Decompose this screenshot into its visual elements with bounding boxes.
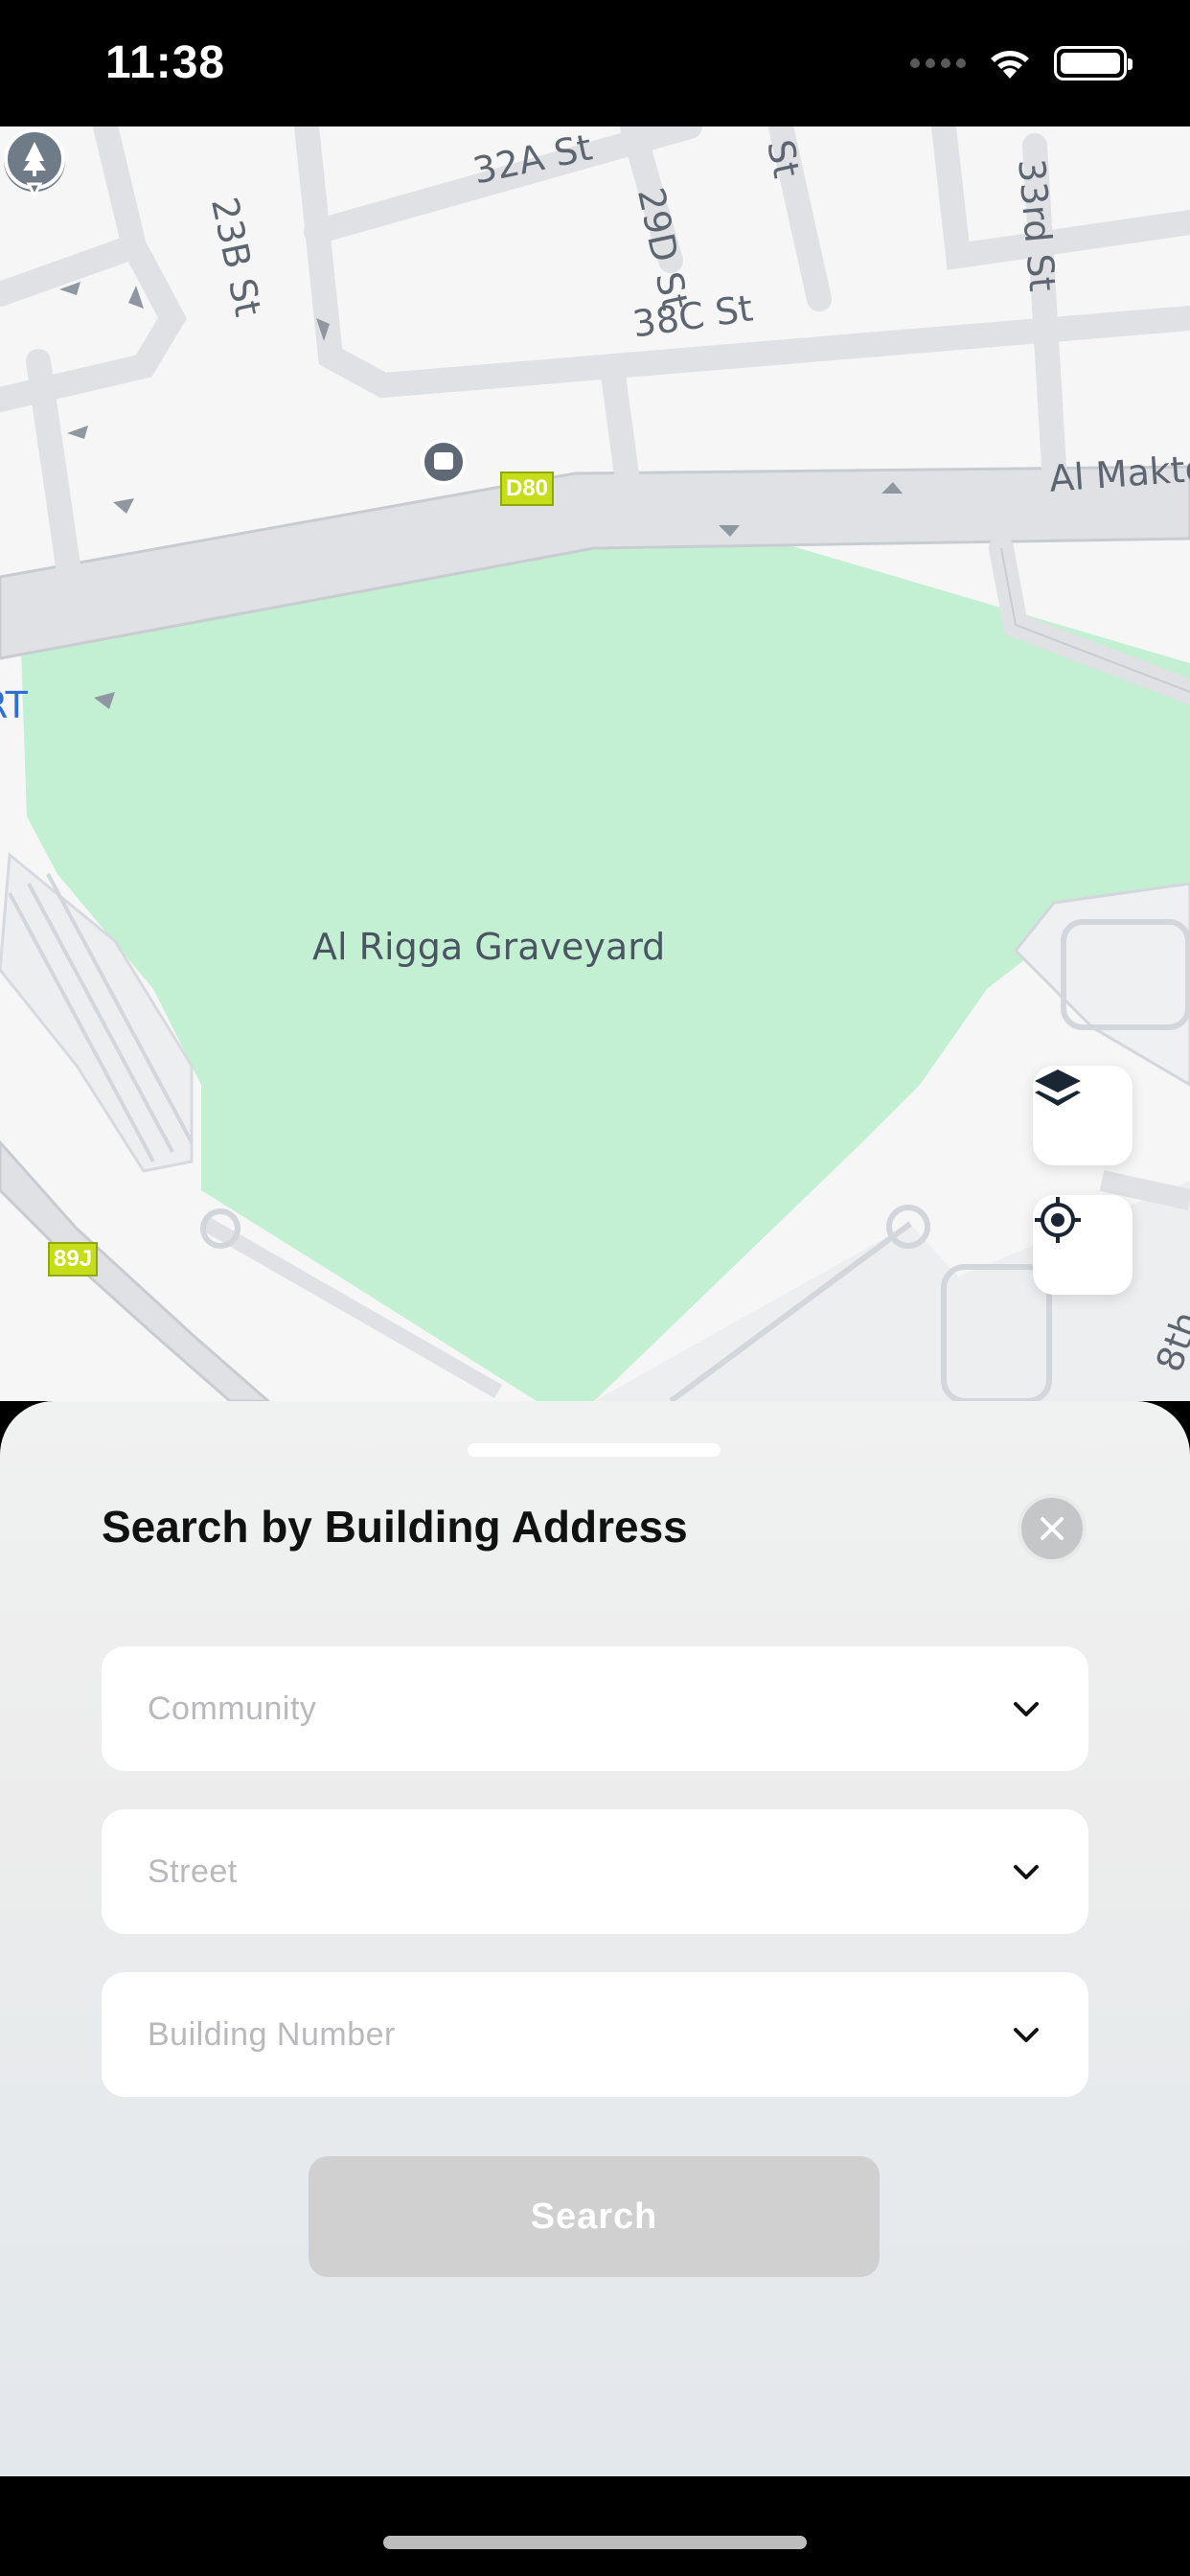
home-indicator-area	[0, 2476, 1190, 2576]
locate-icon	[1035, 1197, 1081, 1243]
chevron-down-icon	[1014, 2028, 1039, 2042]
locate-button[interactable]	[1033, 1195, 1133, 1295]
search-button[interactable]: Search	[309, 2156, 880, 2277]
address-search-sheet: Search by Building Address Community Str…	[0, 1401, 1190, 2476]
park-pin-icon[interactable]	[0, 126, 69, 203]
poi-label[interactable]: Al Rigga Graveyard	[312, 926, 665, 968]
street-placeholder: Street	[148, 1852, 238, 1890]
community-dropdown[interactable]: Community	[102, 1646, 1088, 1771]
close-icon	[1041, 1517, 1064, 1540]
street-dropdown[interactable]: Street	[102, 1809, 1088, 1934]
map-canvas[interactable]	[0, 126, 1190, 1401]
map-view[interactable]: 32A St 23B St 29D St St 33rd St 38C St A…	[0, 126, 1190, 1401]
building-number-dropdown[interactable]: Building Number	[102, 1972, 1088, 2097]
status-bar: 11:38	[0, 0, 1190, 126]
status-time: 11:38	[105, 37, 226, 88]
layers-button[interactable]	[1033, 1066, 1133, 1165]
home-indicator[interactable]	[383, 2536, 807, 2549]
battery-icon	[1054, 46, 1133, 80]
signal-dots-icon	[910, 58, 966, 68]
sheet-title: Search by Building Address	[102, 1502, 688, 1552]
road-badge: 89J	[48, 1242, 99, 1276]
chevron-down-icon	[1014, 1865, 1039, 1879]
layers-icon	[1035, 1070, 1081, 1106]
road-badge: D80	[500, 472, 555, 506]
close-button[interactable]	[1018, 1494, 1087, 1563]
chevron-down-icon	[1014, 1702, 1039, 1716]
community-placeholder: Community	[148, 1690, 317, 1727]
status-icons	[910, 46, 1133, 80]
street-label: RT	[0, 684, 28, 726]
wifi-icon	[991, 51, 1029, 79]
building-number-placeholder: Building Number	[148, 2015, 396, 2053]
sheet-grabber[interactable]	[468, 1443, 721, 1457]
